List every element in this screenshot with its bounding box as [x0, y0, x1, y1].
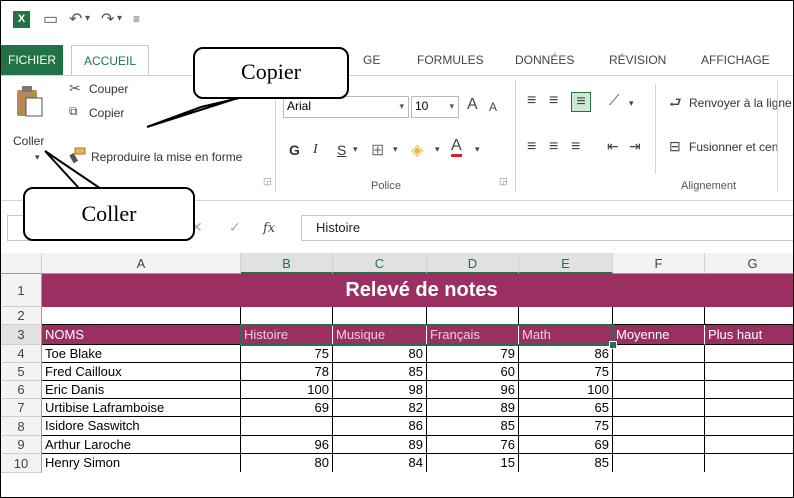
copy-callout: Copier — [193, 47, 349, 99]
paste-callout: Coller — [23, 187, 195, 241]
excel-window: X ▭ ↶ ▾ ↷ ▾ ≡ FICHIER ACCUEIL GE FORMULE… — [0, 0, 794, 498]
callout-pointers — [44, 90, 270, 198]
